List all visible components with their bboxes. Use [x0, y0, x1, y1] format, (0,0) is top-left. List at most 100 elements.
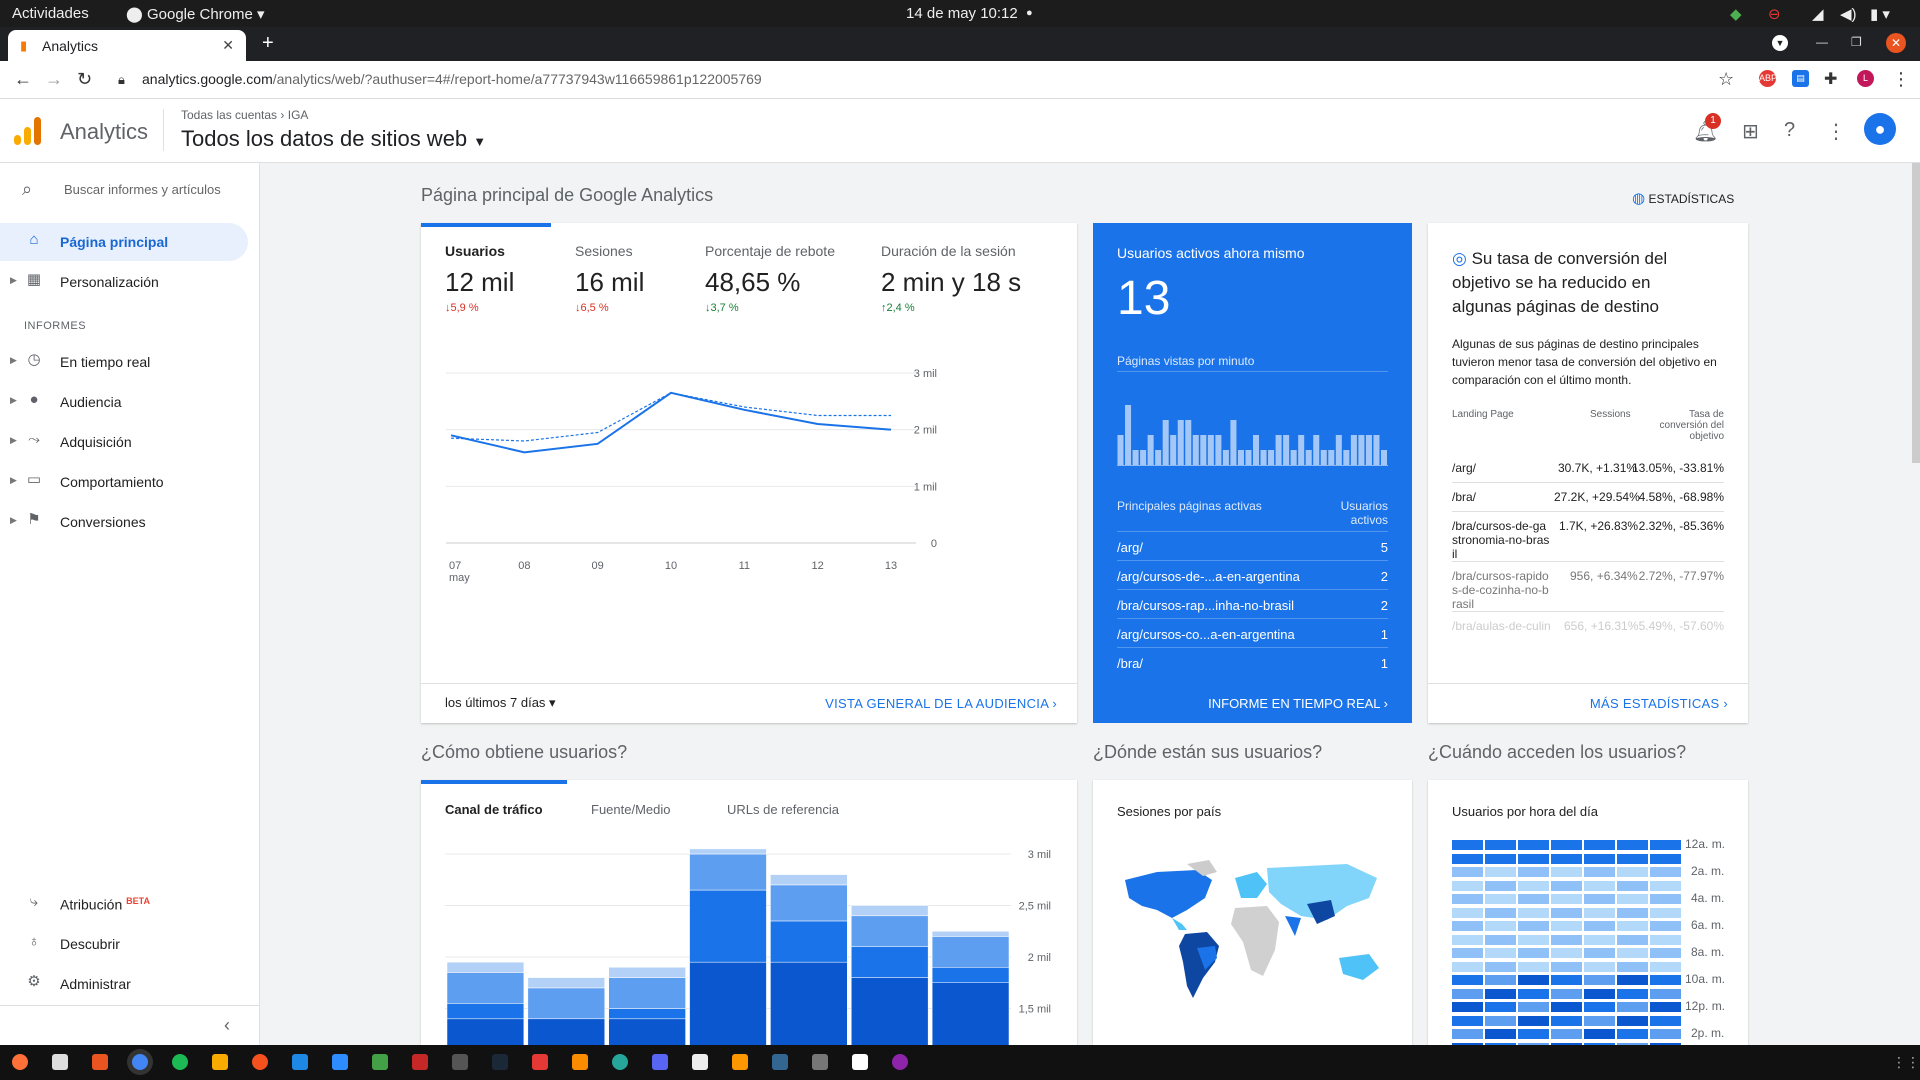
close-tab-icon[interactable]: ✕: [222, 37, 234, 54]
page-scrollbar[interactable]: [1912, 163, 1920, 463]
back-icon[interactable]: ←: [14, 69, 32, 90]
app-menu[interactable]: ⬤ Google Chrome ▾: [126, 5, 265, 23]
clock[interactable]: 14 de may 10:12: [906, 5, 1018, 22]
sidebar-item-home[interactable]: ⌂ Página principal: [0, 223, 248, 261]
map-south-america[interactable]: [1179, 932, 1219, 998]
world-map[interactable]: [1117, 858, 1389, 1008]
discord-icon[interactable]: [652, 1054, 668, 1070]
sublime-icon[interactable]: [732, 1054, 748, 1070]
map-north-america[interactable]: [1125, 870, 1212, 918]
github-icon[interactable]: [892, 1054, 908, 1070]
map-central-america[interactable]: [1172, 918, 1187, 930]
notes-icon[interactable]: [212, 1054, 228, 1070]
minimize-icon[interactable]: —: [1816, 35, 1828, 49]
restore-icon[interactable]: ❐: [1851, 35, 1862, 49]
date-range-selector[interactable]: los últimos 7 días ▾: [445, 695, 556, 711]
notion-icon[interactable]: [692, 1054, 708, 1070]
sidebar-item-realtime[interactable]: ▶ ◷ En tiempo real: [0, 343, 248, 381]
insight-row[interactable]: /bra/cursos-de-gastronomia-no-brasil 1.7K…: [1452, 512, 1724, 562]
map-india[interactable]: [1285, 916, 1301, 936]
map-china[interactable]: [1307, 900, 1335, 924]
metric-sessions[interactable]: Sesiones 16 mil ↓6,5 %: [575, 243, 644, 314]
reload-icon[interactable]: ↻: [77, 69, 92, 90]
chrome-menu-icon[interactable]: ⋮: [1892, 69, 1910, 90]
profile-menu-icon[interactable]: ▼: [1772, 35, 1788, 51]
sidebar-item-attribution[interactable]: ⤷ Atribución BETA: [0, 885, 248, 923]
metric-users[interactable]: Usuarios 12 mil ↓5,9 %: [445, 243, 514, 314]
firefox-icon[interactable]: [12, 1054, 28, 1070]
bookmark-star-icon[interactable]: ☆: [1718, 69, 1734, 90]
vscode-icon[interactable]: [292, 1054, 308, 1070]
new-tab-icon[interactable]: +: [262, 32, 274, 55]
postman-icon[interactable]: [252, 1054, 268, 1070]
app-icon[interactable]: [372, 1054, 388, 1070]
brand-name[interactable]: Analytics: [60, 119, 148, 145]
tab-traffic-channel[interactable]: Canal de tráfico: [445, 802, 543, 817]
insight-row[interactable]: /bra/cursos-rapidos-de-cozinha-no-brasil…: [1452, 562, 1724, 612]
sidebar-item-acquisition[interactable]: ▶ ⤳ Adquisición: [0, 423, 248, 461]
map-europe[interactable]: [1235, 872, 1267, 898]
sidebar-item-customization[interactable]: ▶ ▦ Personalización: [0, 263, 248, 301]
rt-page-row[interactable]: /bra/cursos-rap...inha-no-brasil 2: [1117, 589, 1388, 618]
rt-page-row[interactable]: /bra/1: [1117, 647, 1388, 676]
close-window-icon[interactable]: ✕: [1886, 33, 1906, 53]
app-icon[interactable]: [812, 1054, 828, 1070]
sidebar-item-conversions[interactable]: ▶ ⚑ Conversiones: [0, 503, 248, 541]
property-selector[interactable]: Todos los datos de sitios web ▼: [181, 126, 486, 152]
browser-tab[interactable]: ▮ Analytics ✕: [8, 30, 246, 61]
map-africa[interactable]: [1231, 906, 1279, 976]
notifications-bell-icon[interactable]: 🔔︎ 1: [1693, 113, 1721, 144]
postgres-icon[interactable]: [772, 1054, 788, 1070]
url-field[interactable]: analytics.google.com/analytics/web/?auth…: [142, 71, 762, 87]
steam-icon[interactable]: [492, 1054, 508, 1070]
insight-row-faded[interactable]: /bra/aulas-de-culinaria-para-crianc656, …: [1452, 612, 1724, 634]
block-icon[interactable]: ⊖: [1768, 5, 1781, 23]
chrome-icon[interactable]: [132, 1054, 148, 1070]
help-icon[interactable]: ?: [1784, 119, 1795, 142]
extension-icon[interactable]: ▤: [1792, 70, 1809, 87]
insights-button[interactable]: ◍ ESTADÍSTICAS: [1632, 189, 1734, 207]
sidebar-item-behavior[interactable]: ▶ ▭ Comportamiento: [0, 463, 248, 501]
metric-bounce-rate[interactable]: Porcentaje de rebote 48,65 % ↓3,7 %: [705, 243, 835, 314]
show-apps-icon[interactable]: ⋮⋮: [1892, 1054, 1920, 1070]
lock-icon[interactable]: 🔒︎: [118, 72, 125, 88]
account-avatar[interactable]: ●: [1864, 113, 1896, 145]
wifi-icon[interactable]: ◢: [1812, 5, 1824, 23]
app-icon[interactable]: [612, 1054, 628, 1070]
volume-icon[interactable]: ◀): [1840, 5, 1857, 23]
breadcrumb[interactable]: Todas las cuentas › IGA: [181, 108, 308, 122]
rt-page-row[interactable]: /arg/cursos-de-...a-en-argentina 2: [1117, 560, 1388, 589]
filezilla-icon[interactable]: [412, 1054, 428, 1070]
more-options-icon[interactable]: ⋮: [1826, 119, 1846, 144]
zoom-icon[interactable]: [332, 1054, 348, 1070]
sidebar-item-admin[interactable]: ⚙ Administrar: [0, 965, 248, 1003]
apps-grid-icon[interactable]: ⊞: [1742, 119, 1759, 144]
app-icon[interactable]: [572, 1054, 588, 1070]
battery-icon[interactable]: ▮ ▾: [1870, 5, 1890, 23]
insight-row[interactable]: /bra/27.2K, +29.54% 4.58%, -68.98%: [1452, 483, 1724, 512]
activities-button[interactable]: Actividades: [12, 5, 89, 22]
more-insights-link[interactable]: MÁS ESTADÍSTICAS ›: [1590, 696, 1728, 711]
sidebar-item-discover[interactable]: ♁ Descubrir: [0, 925, 248, 963]
app-icon[interactable]: [532, 1054, 548, 1070]
extensions-puzzle-icon[interactable]: ✚: [1824, 69, 1837, 89]
map-australia[interactable]: [1339, 954, 1379, 980]
rt-page-row[interactable]: /arg/5: [1117, 531, 1388, 560]
collapse-sidebar-icon[interactable]: ‹: [224, 1015, 230, 1036]
insight-row[interactable]: /arg/30.7K, +1.31% 13.05%, -33.81%: [1452, 454, 1724, 483]
profile-avatar-icon[interactable]: L: [1857, 70, 1874, 87]
tab-source-medium[interactable]: Fuente/Medio: [591, 802, 671, 817]
files-icon[interactable]: [52, 1054, 68, 1070]
app-icon[interactable]: [852, 1054, 868, 1070]
shield-icon[interactable]: ◆: [1730, 5, 1742, 23]
tab-referrals[interactable]: URLs de referencia: [727, 802, 839, 817]
analytics-logo-icon[interactable]: [14, 117, 42, 145]
realtime-report-link[interactable]: INFORME EN TIEMPO REAL ›: [1208, 696, 1388, 711]
forward-icon[interactable]: →: [45, 69, 63, 90]
audience-overview-link[interactable]: VISTA GENERAL DE LA AUDIENCIA ›: [825, 696, 1057, 711]
rt-page-row[interactable]: /arg/cursos-co...a-en-argentina 1: [1117, 618, 1388, 647]
adblock-icon[interactable]: ABP: [1759, 70, 1777, 87]
metric-session-duration[interactable]: Duración de la sesión 2 min y 18 s ↑2,4 %: [881, 243, 1021, 314]
sidebar-item-audience[interactable]: ▶ ● Audiencia: [0, 383, 248, 421]
spotify-icon[interactable]: [172, 1054, 188, 1070]
